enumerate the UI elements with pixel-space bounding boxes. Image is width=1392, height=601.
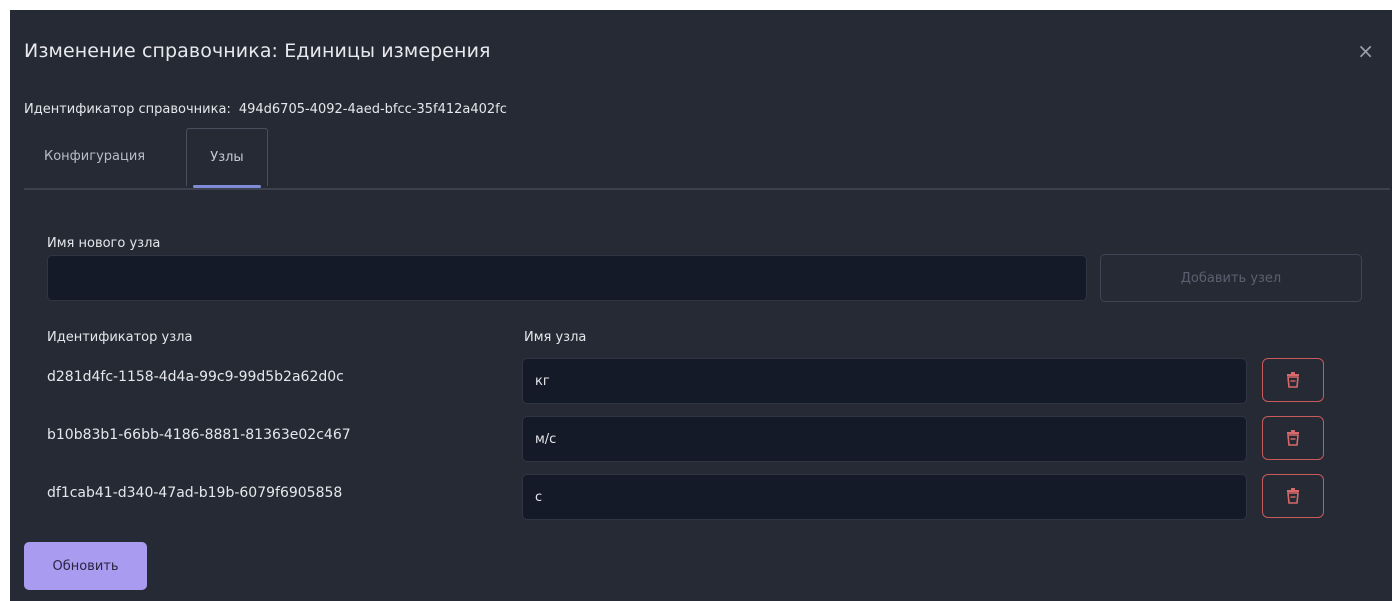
new-node-name-input[interactable]	[47, 255, 1087, 301]
edit-dictionary-dialog: Изменение справочника: Единицы измерения…	[10, 10, 1392, 601]
dictionary-identifier-label: Идентификатор справочника:	[24, 102, 231, 117]
new-node-label: Имя нового узла	[47, 236, 161, 251]
tab-bar: Конфигурация Узлы	[24, 128, 1390, 190]
delete-node-button[interactable]	[1262, 416, 1324, 460]
node-id-cell: d281d4fc-1158-4d4a-99c9-99d5b2a62d0c	[47, 369, 344, 385]
node-id-cell: b10b83b1-66bb-4186-8881-81363e02c467	[47, 427, 351, 443]
trash-icon	[1287, 430, 1299, 446]
add-node-button[interactable]: Добавить узел	[1100, 254, 1362, 302]
node-name-input[interactable]: кг	[522, 358, 1247, 404]
dialog-title: Изменение справочника: Единицы измерения	[24, 40, 491, 62]
tab-nodes[interactable]: Узлы	[186, 128, 268, 188]
delete-node-button[interactable]	[1262, 358, 1324, 402]
delete-node-button[interactable]	[1262, 474, 1324, 518]
node-name-input[interactable]: м/с	[522, 416, 1247, 462]
node-name-input[interactable]: с	[522, 474, 1247, 520]
trash-icon	[1287, 372, 1299, 388]
tab-configuration[interactable]: Конфигурация	[44, 128, 145, 186]
update-button[interactable]: Обновить	[24, 542, 147, 590]
dictionary-identifier: Идентификатор справочника: 494d6705-4092-…	[24, 102, 507, 117]
close-icon[interactable]: ×	[1357, 40, 1374, 62]
node-id-cell: df1cab41-d340-47ad-b19b-6079f6905858	[47, 485, 343, 501]
column-header-node-id: Идентификатор узла	[47, 330, 193, 345]
column-header-node-name: Имя узла	[524, 330, 587, 345]
trash-icon	[1287, 488, 1299, 504]
dictionary-identifier-value: 494d6705-4092-4aed-bfcc-35f412a402fc	[238, 102, 507, 117]
